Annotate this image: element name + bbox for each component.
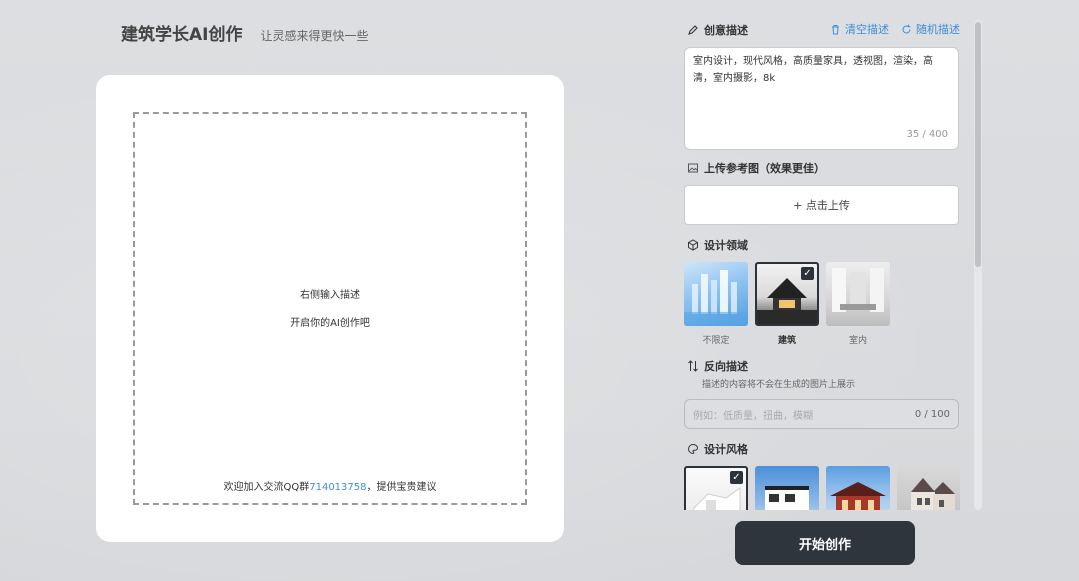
domain-label: 设计领域 xyxy=(704,239,748,252)
domain-option-label: 室内 xyxy=(848,336,867,346)
style-thumb-1: ✓ xyxy=(684,466,748,510)
preview-dropzone: 右侧输入描述 开启你的AI创作吧 欢迎加入交流QQ群714013758，提供宝贵… xyxy=(133,112,527,505)
random-description-label: 随机描述 xyxy=(916,23,960,36)
join-suffix: ，提供宝贵建议 xyxy=(366,482,437,493)
style-option-3[interactable] xyxy=(826,466,890,510)
preview-hint-line2: 开启你的AI创作吧 xyxy=(290,318,370,329)
join-group-note: 欢迎加入交流QQ群714013758，提供宝贵建议 xyxy=(135,478,525,493)
negative-placeholder: 例如：低质量，扭曲，模糊 xyxy=(693,410,813,422)
domain-option-unlimited[interactable]: 不限定 xyxy=(684,262,748,346)
clear-description-button[interactable]: 清空描述 xyxy=(830,21,889,37)
palette-icon xyxy=(686,443,699,456)
domain-section-header: 设计领域 xyxy=(686,237,748,253)
style-thumb-4 xyxy=(897,466,960,510)
domain-thumb-interior xyxy=(826,262,890,326)
preview-canvas: 右侧输入描述 开启你的AI创作吧 欢迎加入交流QQ群714013758，提供宝贵… xyxy=(96,75,564,542)
creative-description-input[interactable]: 室内设计，现代风格，高质量家具，透视图，渲染，高清，室内摄影，8k 35 / 4… xyxy=(684,47,959,150)
selected-check-icon: ✓ xyxy=(730,471,743,484)
style-options: ✓ xyxy=(684,466,960,510)
panel-scrollbar-thumb[interactable] xyxy=(975,22,981,267)
upload-section-header: 上传参考图（效果更佳） xyxy=(686,160,825,176)
clear-description-label: 清空描述 xyxy=(845,23,889,36)
negative-section-header: 反向描述 xyxy=(686,358,748,374)
start-creation-button[interactable]: 开始创作 xyxy=(735,521,915,565)
creative-char-count: 35 / 400 xyxy=(906,129,948,140)
join-prefix: 欢迎加入交流QQ群 xyxy=(223,482,310,493)
creative-actions: 清空描述 随机描述 xyxy=(818,21,960,37)
reverse-arrows-icon xyxy=(686,360,699,373)
domain-option-interior[interactable]: 室内 xyxy=(826,262,890,346)
upload-label: 上传参考图（效果更佳） xyxy=(704,162,825,175)
qq-number-link[interactable]: 714013758 xyxy=(309,482,366,493)
domain-thumb-architecture: ✓ xyxy=(755,262,819,326)
style-option-1[interactable]: ✓ xyxy=(684,466,748,510)
pencil-icon xyxy=(686,24,699,37)
upload-reference-button[interactable]: + 点击上传 xyxy=(684,185,959,225)
trash-icon xyxy=(832,24,839,34)
page-header: 建筑学长AI创作 让灵感来得更快一些 xyxy=(121,20,369,45)
cube-icon xyxy=(686,239,699,252)
domain-option-label: 不限定 xyxy=(702,336,730,346)
refresh-icon xyxy=(902,24,911,33)
page-subtitle: 让灵感来得更快一些 xyxy=(260,29,369,43)
negative-description-input[interactable]: 例如：低质量，扭曲，模糊 0 / 100 xyxy=(684,399,959,429)
creative-description-text: 室内设计，现代风格，高质量家具，透视图，渲染，高清，室内摄影，8k xyxy=(693,56,933,84)
selected-check-icon: ✓ xyxy=(801,267,814,280)
style-thumb-3 xyxy=(826,466,890,510)
domain-option-label: 建筑 xyxy=(777,336,796,346)
page-title: 建筑学长AI创作 xyxy=(121,25,243,45)
style-thumb-2 xyxy=(755,466,819,510)
creative-label: 创意描述 xyxy=(704,24,748,37)
domain-option-architecture[interactable]: ✓ 建筑 xyxy=(755,262,819,346)
style-option-2[interactable] xyxy=(755,466,819,510)
domain-options: 不限定 ✓ 建筑 室内 xyxy=(684,262,897,346)
random-description-button[interactable]: 随机描述 xyxy=(901,21,960,37)
style-section-header: 设计风格 xyxy=(686,441,748,457)
preview-hint-line1: 右侧输入描述 xyxy=(300,290,360,301)
image-icon xyxy=(686,162,699,175)
domain-thumb-unlimited xyxy=(684,262,748,326)
negative-label: 反向描述 xyxy=(704,360,748,373)
creative-section-header: 创意描述 xyxy=(686,22,748,38)
negative-subtitle: 描述的内容将不会在生成的图片上展示 xyxy=(702,380,856,390)
settings-panel: 创意描述 清空描述 随机描述 室内设计，现代风格，高质量家具，透视图，渲染，高清… xyxy=(684,18,960,510)
style-label: 设计风格 xyxy=(704,443,748,456)
style-option-4[interactable] xyxy=(897,466,960,510)
negative-char-count: 0 / 100 xyxy=(914,408,950,420)
